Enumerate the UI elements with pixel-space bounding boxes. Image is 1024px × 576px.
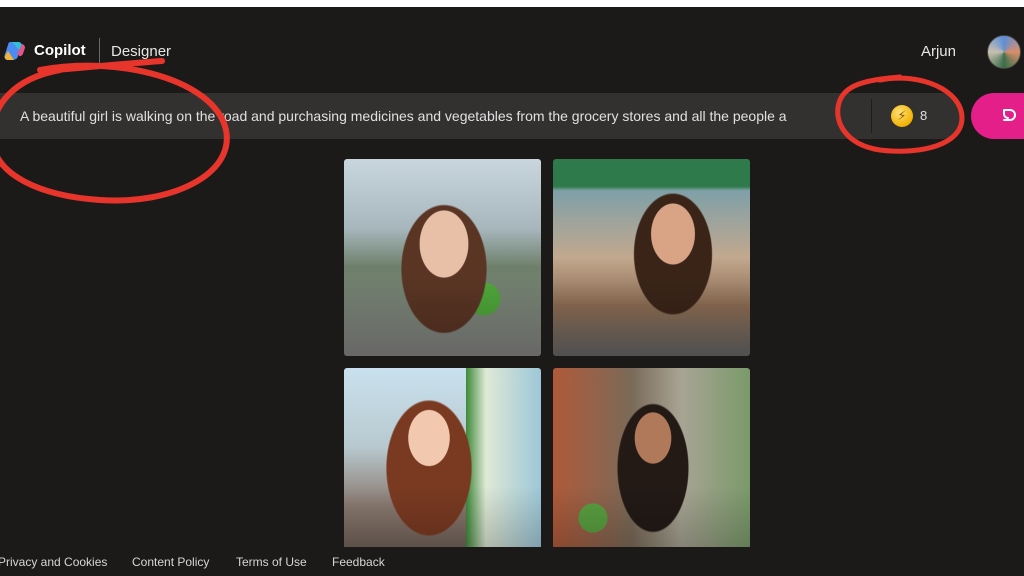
coin-icon: ⚡ <box>891 105 913 127</box>
terms-link[interactable]: Terms of Use <box>236 555 307 569</box>
create-icon <box>1003 109 1016 121</box>
generated-image-4[interactable] <box>553 368 750 565</box>
generated-image-3[interactable] <box>344 368 541 565</box>
create-button[interactable] <box>971 93 1024 139</box>
generated-image-2[interactable] <box>553 159 750 356</box>
copilot-logo-icon[interactable] <box>4 40 26 62</box>
feedback-link[interactable]: Feedback <box>332 555 385 569</box>
generated-image-1[interactable] <box>344 159 541 356</box>
prompt-input[interactable]: A beautiful girl is walking on the road … <box>20 93 828 139</box>
brand-name[interactable]: Copilot <box>34 42 86 59</box>
product-name[interactable]: Designer <box>111 43 171 60</box>
header: Copilot Designer Arjun <box>0 7 1024 87</box>
boost-counter[interactable]: ⚡ 8 <box>878 99 948 133</box>
privacy-link[interactable]: Privacy and Cookies <box>0 555 107 569</box>
content-policy-link[interactable]: Content Policy <box>132 555 209 569</box>
designer-app: Copilot Designer Arjun A beautiful girl … <box>0 7 1024 576</box>
header-divider <box>99 38 100 64</box>
boost-divider <box>871 99 872 133</box>
footer: Privacy and Cookies Content Policy Terms… <box>0 547 1024 576</box>
boost-count: 8 <box>920 108 928 123</box>
prompt-bar: A beautiful girl is walking on the road … <box>0 93 964 139</box>
image-shade <box>553 277 750 356</box>
image-shade <box>344 277 541 356</box>
avatar[interactable] <box>987 35 1021 69</box>
user-name[interactable]: Arjun <box>921 43 956 60</box>
